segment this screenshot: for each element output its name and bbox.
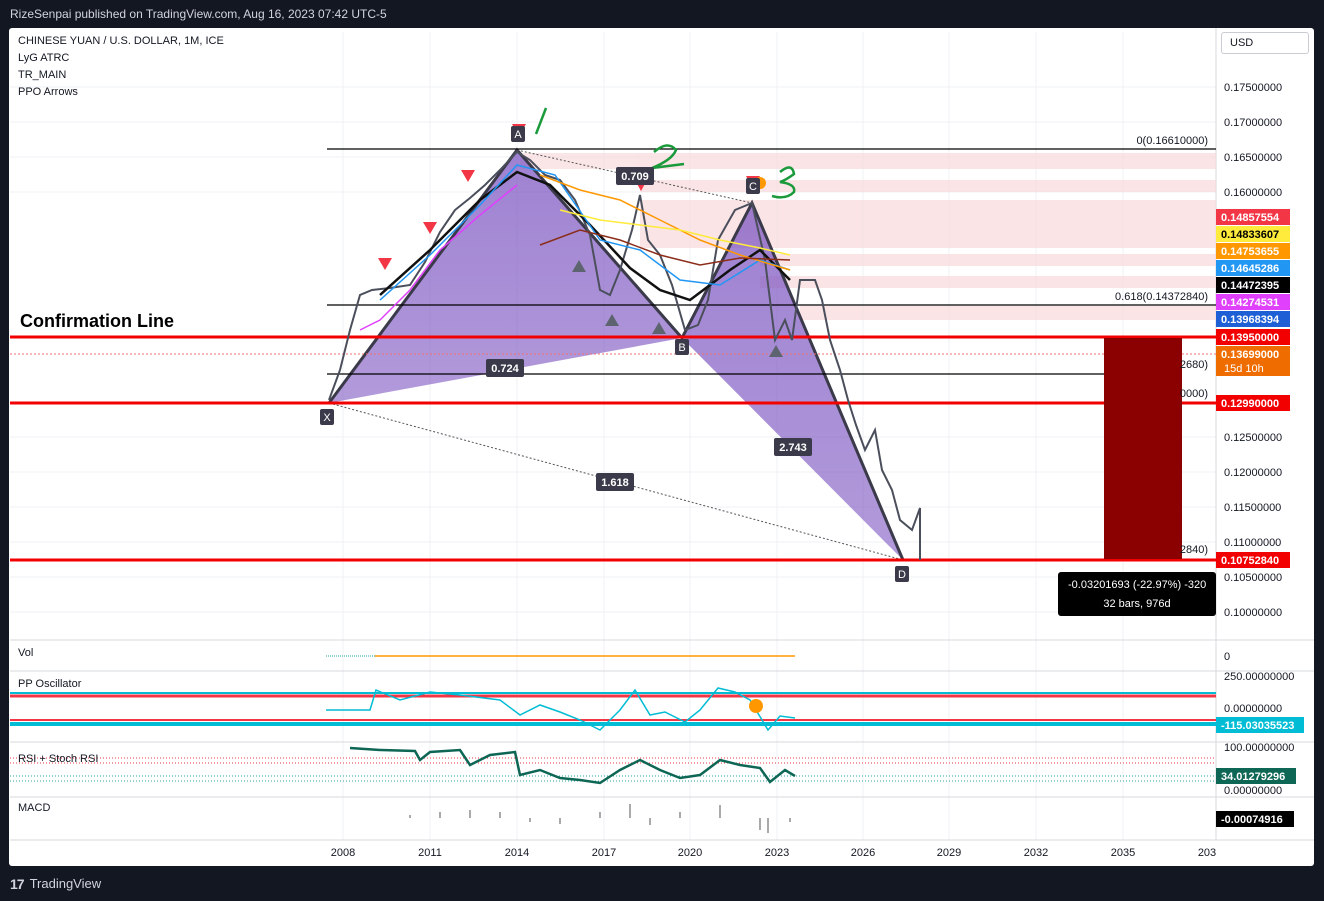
macd-tag: -0.00074916 <box>1221 814 1283 826</box>
svg-text:2008: 2008 <box>331 847 355 859</box>
macd-histogram <box>409 804 791 833</box>
pp-axis: 250.00000000 0.00000000 <box>1224 671 1294 715</box>
footer-bar: 17 TradingView <box>0 866 1324 901</box>
measure-line-1: -0.03201693 (-22.97%) -320 <box>1068 579 1206 591</box>
svg-text:0.11000000: 0.11000000 <box>1224 537 1281 549</box>
point-a: A <box>514 129 522 141</box>
fib-top-label: 0(0.16610000) <box>1136 135 1208 147</box>
svg-text:2035: 2035 <box>1111 847 1135 859</box>
svg-text:0.12990000: 0.12990000 <box>1221 398 1279 410</box>
currency-button[interactable]: USD <box>1221 32 1309 54</box>
svg-text:2014: 2014 <box>505 847 529 859</box>
rsi-pane-label[interactable]: RSI + Stoch RSI <box>18 753 98 765</box>
svg-text:0.10500000: 0.10500000 <box>1224 572 1282 584</box>
svg-text:0.10000000: 0.10000000 <box>1224 607 1282 619</box>
vol-axis-value: 0 <box>1224 651 1230 663</box>
fib-partial-2: 0000) <box>1180 388 1208 400</box>
pp-tag: -115.03035523 <box>1221 720 1294 732</box>
svg-text:0.14833607: 0.14833607 <box>1221 229 1279 241</box>
chart-legend: CHINESE YUAN / U.S. DOLLAR, 1M, ICE LyG … <box>18 33 224 101</box>
svg-text:0.13950000: 0.13950000 <box>1221 332 1279 344</box>
svg-text:2023: 2023 <box>765 847 789 859</box>
svg-text:2017: 2017 <box>592 847 616 859</box>
candle-countdown: 15d 10h <box>1224 363 1264 375</box>
svg-text:0.10752840: 0.10752840 <box>1221 555 1279 567</box>
rsi-tag: 34.01279296 <box>1221 771 1285 783</box>
point-x: X <box>323 412 331 424</box>
fib-618-label: 0.618(0.14372840) <box>1115 291 1208 303</box>
price-tags: 0.14857554 0.14833607 0.14753655 0.14645… <box>1216 209 1290 568</box>
svg-text:0.11500000: 0.11500000 <box>1224 502 1281 514</box>
indicator-lyg-atrc[interactable]: LyG ATRC <box>18 50 224 67</box>
svg-text:0.00000000: 0.00000000 <box>1224 703 1282 715</box>
svg-text:250.00000000: 250.00000000 <box>1224 671 1294 683</box>
svg-text:0.17000000: 0.17000000 <box>1224 117 1282 129</box>
svg-text:0.12000000: 0.12000000 <box>1224 467 1282 479</box>
svg-text:0.16500000: 0.16500000 <box>1224 152 1282 164</box>
svg-text:100.00000000: 100.00000000 <box>1224 742 1294 754</box>
key-red-lines <box>10 335 1216 562</box>
svg-text:0.16000000: 0.16000000 <box>1224 187 1282 199</box>
vol-pane-label[interactable]: Vol <box>18 647 33 659</box>
point-c: C <box>749 181 757 193</box>
confirmation-line-label: Confirmation Line <box>20 311 174 331</box>
rsi-line <box>349 746 796 785</box>
pp-orange-dot <box>749 699 763 713</box>
fib-partial-3: 2840) <box>1180 544 1208 556</box>
ratio-2743: 2.743 <box>779 442 807 454</box>
point-d: D <box>898 569 906 581</box>
svg-text:2026: 2026 <box>851 847 875 859</box>
fib-partial-1: 2680) <box>1180 359 1208 371</box>
svg-text:0.13968394: 0.13968394 <box>1221 314 1280 326</box>
projection-box <box>1104 338 1182 559</box>
svg-text:0.14753655: 0.14753655 <box>1221 246 1279 258</box>
macd-pane-label[interactable]: MACD <box>18 802 50 814</box>
pane-separators <box>10 639 1314 841</box>
svg-text:0.14472395: 0.14472395 <box>1221 280 1279 292</box>
svg-text:0.14274531: 0.14274531 <box>1221 297 1279 309</box>
tradingview-brand[interactable]: TradingView <box>30 876 102 891</box>
svg-text:0.13699000: 0.13699000 <box>1221 349 1279 361</box>
point-b: B <box>678 342 685 354</box>
svg-text:203: 203 <box>1198 847 1216 859</box>
indicator-ppo-arrows[interactable]: PPO Arrows <box>18 84 224 101</box>
ratio-0724: 0.724 <box>491 363 519 375</box>
measure-line-2: 32 bars, 976d <box>1103 598 1170 610</box>
svg-text:0.17500000: 0.17500000 <box>1224 82 1282 94</box>
svg-text:2011: 2011 <box>418 847 442 859</box>
indicator-tr-main[interactable]: TR_MAIN <box>18 67 224 84</box>
svg-text:2029: 2029 <box>937 847 961 859</box>
svg-text:2020: 2020 <box>678 847 702 859</box>
tradingview-logo-icon[interactable]: 17 <box>10 876 25 892</box>
measure-tooltip: -0.03201693 (-22.97%) -320 32 bars, 976d <box>1058 572 1216 616</box>
chart-canvas[interactable]: X A B C D 0.709 0.724 2.743 1.618 0(0.16… <box>0 0 1324 901</box>
pp-osc-pane-label[interactable]: PP Oscillator <box>18 678 81 690</box>
svg-text:2032: 2032 <box>1024 847 1048 859</box>
svg-text:0.00000000: 0.00000000 <box>1224 785 1282 797</box>
svg-text:0.14645286: 0.14645286 <box>1221 263 1279 275</box>
time-axis: 2008 2011 2014 2017 2020 2023 2026 2029 … <box>331 847 1216 859</box>
ratio-0709: 0.709 <box>621 171 649 183</box>
svg-text:0.14857554: 0.14857554 <box>1221 212 1280 224</box>
svg-text:0.12500000: 0.12500000 <box>1224 432 1282 444</box>
ratio-1618: 1.618 <box>601 477 629 489</box>
symbol-title[interactable]: CHINESE YUAN / U.S. DOLLAR, 1M, ICE <box>18 33 224 50</box>
